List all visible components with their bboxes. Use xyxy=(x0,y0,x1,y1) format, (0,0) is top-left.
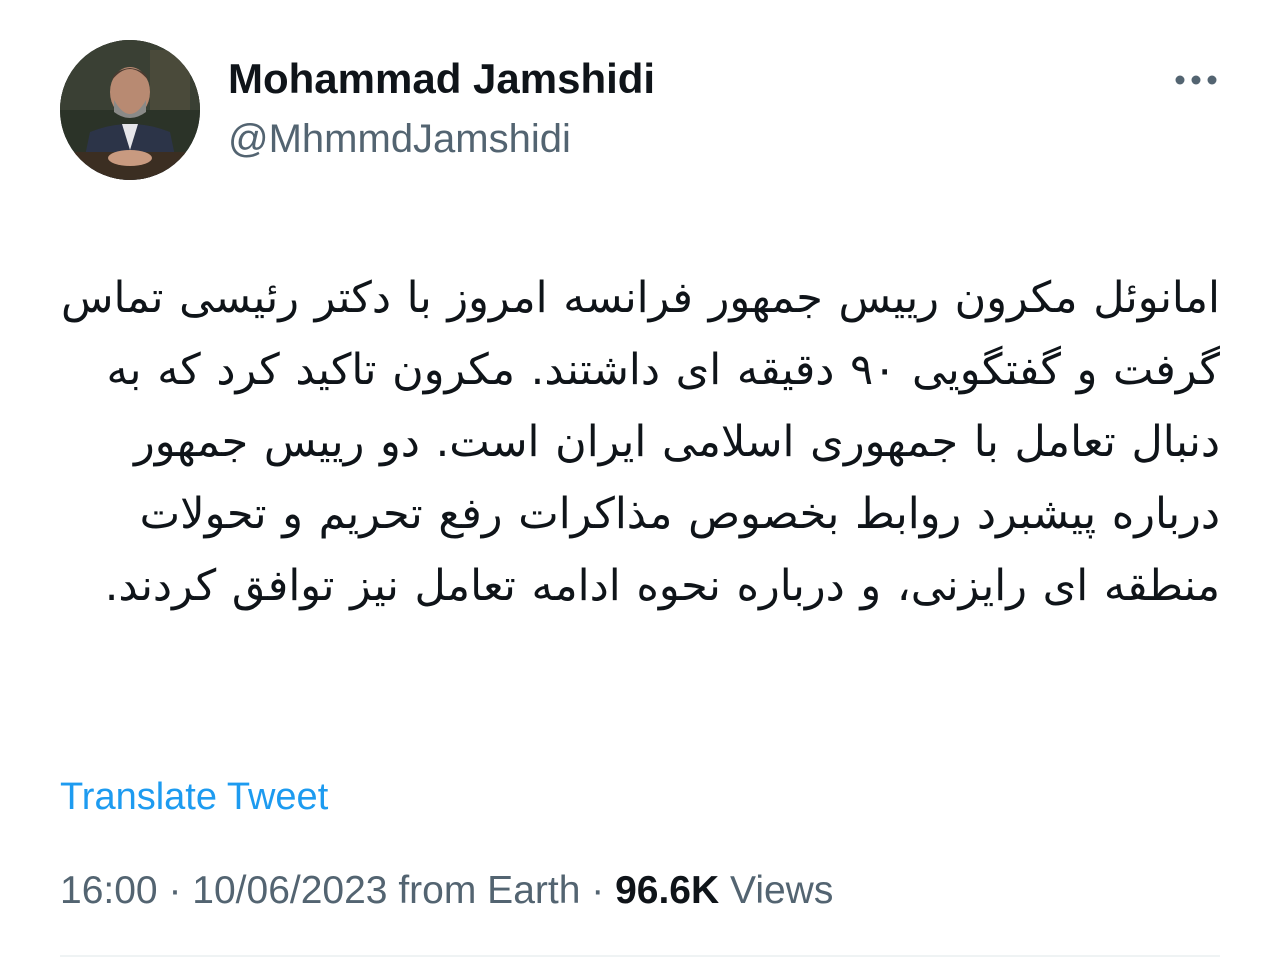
meta-separator: · xyxy=(168,869,182,912)
author-name[interactable]: Mohammad Jamshidi xyxy=(228,54,655,104)
tweet-card: Mohammad Jamshidi @MhmmdJamshidi امانوئل… xyxy=(0,0,1280,958)
author-handle[interactable]: @MhmmdJamshidi xyxy=(228,114,571,164)
more-horizontal-icon xyxy=(1175,75,1217,85)
tweet-source: from Earth xyxy=(398,869,581,912)
meta-separator: · xyxy=(591,869,605,912)
views-label: Views xyxy=(730,869,834,912)
translate-tweet-link[interactable]: Translate Tweet xyxy=(60,772,328,822)
views-count: 96.6K xyxy=(615,869,720,912)
tweet-date[interactable]: 10/06/2023 xyxy=(192,869,387,912)
divider xyxy=(60,955,1220,957)
tweet-meta: 16:00 · 10/06/2023 from Earth · 96.6K Vi… xyxy=(60,866,833,916)
more-options-button[interactable] xyxy=(1168,60,1224,100)
avatar-photo xyxy=(60,40,200,180)
tweet-text: امانوئل مکرون رییس جمهور فرانسه امروز با… xyxy=(61,273,1220,611)
tweet-time[interactable]: 16:00 xyxy=(60,869,158,912)
avatar[interactable] xyxy=(60,40,200,180)
